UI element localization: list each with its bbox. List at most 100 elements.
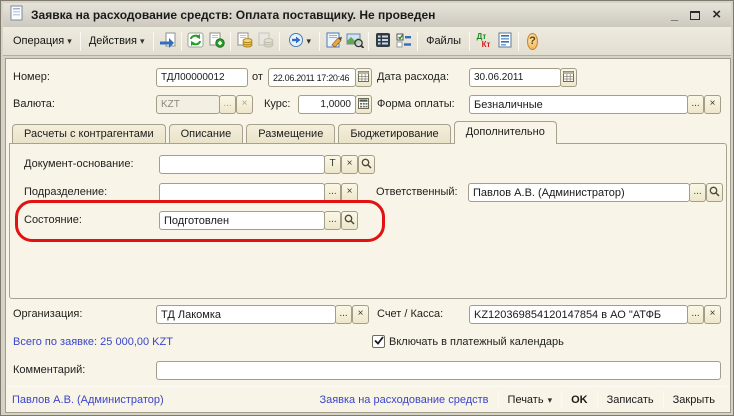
base-doc-open-button[interactable] xyxy=(358,155,375,174)
close-form-button[interactable]: Закрыть xyxy=(664,394,724,406)
payment-form-clear-button[interactable]: × xyxy=(704,95,721,114)
account-select-button[interactable]: ... xyxy=(687,305,704,324)
window-title: Заявка на расходование средств: Оплата п… xyxy=(31,8,435,22)
state-select-button[interactable]: ... xyxy=(324,211,341,230)
toolbar-separator xyxy=(518,32,519,51)
cancel-posting-button[interactable] xyxy=(255,30,276,53)
dtkt-icon: Дт Кт xyxy=(477,33,491,49)
post-and-close-button[interactable] xyxy=(157,30,178,53)
go-to-icon xyxy=(288,32,304,51)
total-line: Всего по заявке: 25 000,00 KZT xyxy=(13,336,173,348)
base-doc-input[interactable] xyxy=(159,155,325,174)
close-button[interactable]: × xyxy=(712,10,721,20)
chevron-down-icon: ▾ xyxy=(67,36,72,47)
responsible-open-button[interactable] xyxy=(706,183,723,202)
responsible-input[interactable]: Павлов А.В. (Администратор) xyxy=(468,183,690,202)
number-label: Номер: xyxy=(13,71,50,83)
dtkt-button[interactable]: Дт Кт xyxy=(473,30,494,53)
magnifier-icon xyxy=(344,214,355,225)
expense-date-calendar-button[interactable] xyxy=(560,68,577,87)
rate-label: Курс: xyxy=(264,98,290,110)
statusbar-doc-link[interactable]: Заявка на расходование средств xyxy=(310,394,497,406)
payment-calendar-checkbox[interactable] xyxy=(372,335,385,348)
preview-button[interactable] xyxy=(344,30,365,53)
datetime-calendar-button[interactable] xyxy=(355,68,372,87)
organization-input[interactable]: ТД Лакомка xyxy=(156,305,336,324)
tab-bar: Расчеты с контрагентами Описание Размеще… xyxy=(12,121,557,144)
currency-label: Валюта: xyxy=(13,98,55,110)
checkbox-list-icon xyxy=(396,32,412,51)
print-button[interactable]: Печать ▾ xyxy=(499,394,562,406)
department-label: Подразделение: xyxy=(24,186,107,198)
toolbar-separator xyxy=(279,32,280,51)
tab-raschety[interactable]: Расчеты с контрагентами xyxy=(12,124,166,144)
rate-calculator-button[interactable] xyxy=(355,95,372,114)
tab-byudzhetirovanie[interactable]: Бюджетирование xyxy=(338,124,450,144)
department-clear-button[interactable]: × xyxy=(341,183,358,202)
print-button-label: Печать xyxy=(508,394,544,406)
statusbar-separator xyxy=(6,386,730,387)
state-input[interactable]: Подготовлен xyxy=(159,211,325,230)
comment-label: Комментарий: xyxy=(13,364,85,376)
help-button[interactable]: ? xyxy=(522,30,543,53)
department-input[interactable] xyxy=(159,183,325,202)
maximize-button[interactable] xyxy=(690,11,700,20)
minimize-button[interactable]: _ xyxy=(671,10,678,20)
state-label: Состояние: xyxy=(24,214,82,226)
calendar-icon xyxy=(358,71,369,82)
account-clear-button[interactable]: × xyxy=(704,305,721,324)
operation-menu-label: Операция xyxy=(13,35,64,47)
responsible-label: Ответственный: xyxy=(376,186,458,198)
rate-input[interactable]: 1,0000 xyxy=(298,95,356,114)
report-button[interactable] xyxy=(494,30,515,53)
calendar-icon xyxy=(563,71,574,82)
tab-razmeshchenie[interactable]: Размещение xyxy=(246,124,335,144)
responsible-select-button[interactable]: ... xyxy=(689,183,706,202)
refresh-button[interactable] xyxy=(185,30,206,53)
toolbar-separator xyxy=(417,32,418,51)
datetime-input[interactable]: 22.06.2011 17:20:46 xyxy=(268,68,356,87)
currency-input[interactable]: KZT xyxy=(156,95,220,114)
account-label: Счет / Касса: xyxy=(377,308,443,320)
copy-button[interactable] xyxy=(206,30,227,53)
payment-form-select-button[interactable]: ... xyxy=(687,95,704,114)
toolbar-separator xyxy=(368,32,369,51)
organization-clear-button[interactable]: × xyxy=(352,305,369,324)
files-button[interactable]: Файлы xyxy=(421,30,466,53)
currency-clear-button[interactable]: × xyxy=(236,95,253,114)
save-button[interactable]: Записать xyxy=(598,394,663,406)
base-doc-clear-button[interactable]: × xyxy=(341,155,358,174)
payment-form-label: Форма оплаты: xyxy=(377,98,455,110)
organization-select-button[interactable]: ... xyxy=(335,305,352,324)
currency-select-button[interactable]: ... xyxy=(219,95,236,114)
comment-input[interactable] xyxy=(156,361,721,380)
operation-menu-button[interactable]: Операция ▾ xyxy=(8,30,77,53)
structure-button[interactable] xyxy=(372,30,393,53)
payment-form-input[interactable]: Безналичные xyxy=(469,95,688,114)
tab-opisanie[interactable]: Описание xyxy=(169,124,244,144)
department-select-button[interactable]: ... xyxy=(324,183,341,202)
account-input[interactable]: KZ120369854120147854 в АО "АТФБ xyxy=(469,305,688,324)
help-icon: ? xyxy=(527,33,538,50)
preview-icon xyxy=(346,32,364,51)
actions-menu-label: Действия xyxy=(89,35,137,47)
post-document-coins-button[interactable] xyxy=(234,30,255,53)
statusbar: Павлов А.В. (Администратор) Заявка на ра… xyxy=(6,388,730,412)
edit-document-button[interactable] xyxy=(323,30,344,53)
go-to-button[interactable]: ▾ xyxy=(283,30,317,53)
number-input[interactable]: ТДЛ00000012 xyxy=(156,68,248,87)
document-coins-disabled-icon xyxy=(257,32,274,51)
toolbar-separator xyxy=(319,32,320,51)
list-settings-button[interactable] xyxy=(393,30,414,53)
chevron-down-icon: ▾ xyxy=(548,395,553,406)
copy-add-icon xyxy=(208,32,225,51)
actions-menu-button[interactable]: Действия ▾ xyxy=(84,30,150,53)
document-icon xyxy=(9,5,24,26)
ok-button[interactable]: OK xyxy=(562,394,597,406)
tab-dopolnitelno[interactable]: Дополнительно xyxy=(454,121,557,144)
toolbar-separator xyxy=(181,32,182,51)
from-label: от xyxy=(252,71,263,83)
base-doc-type-button[interactable]: T xyxy=(324,155,341,174)
expense-date-input[interactable]: 30.06.2011 xyxy=(469,68,561,87)
state-open-button[interactable] xyxy=(341,211,358,230)
